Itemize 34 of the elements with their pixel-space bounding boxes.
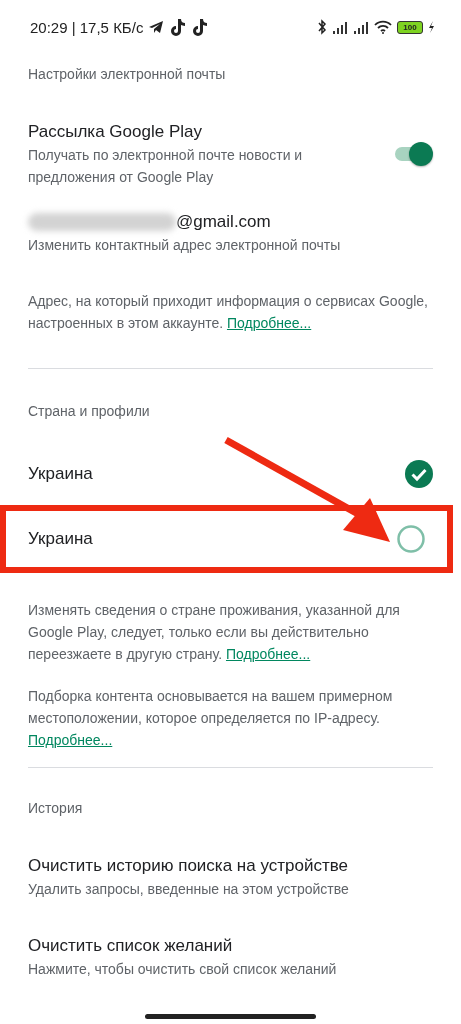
setting-title: Очистить историю поиска на устройстве <box>28 855 349 877</box>
toggle-switch[interactable] <box>393 141 433 167</box>
history-setting[interactable]: Очистить список желаний Нажмите, чтобы очистить свой список желаний <box>0 934 461 980</box>
email-address: @gmail.com <box>176 211 271 233</box>
section-header: Страна и профили <box>27 402 151 419</box>
learn-more-link[interactable]: Подробнее... <box>226 315 312 331</box>
section-header: Настройки электронной почты <box>27 65 227 82</box>
country-name[interactable]: Украина <box>28 527 93 551</box>
setting-title: Рассылка Google Play <box>28 121 203 143</box>
setting-subtitle: Изменить контактный адрес электронной почты <box>28 236 341 255</box>
bluetooth-icon <box>317 19 327 35</box>
tiktok-icon <box>191 18 209 36</box>
radio-button[interactable] <box>397 525 425 553</box>
wifi-icon <box>374 20 392 34</box>
learn-more-link[interactable]: Подробнее... <box>225 646 311 662</box>
setting-subtitle: Удалить запросы, введенные на этом устройстве <box>28 880 349 899</box>
setting-subtitle: Нажмите, чтобы очистить свой список желаний <box>28 960 337 979</box>
country-option[interactable]: Украина <box>0 443 461 505</box>
battery-icon: 100 <box>397 20 423 34</box>
tiktok-icon <box>169 18 187 36</box>
signal-icon <box>332 20 348 34</box>
section-header: История <box>27 799 84 816</box>
email-setting[interactable]: @gmail.com Изменить контактный адрес электронной почты <box>0 210 461 256</box>
status-time: 20:29 | 17,5 КБ/с <box>30 18 144 36</box>
setting-subtitle: Получать по электронной почте новости и предложения от Google Play <box>28 146 304 187</box>
info-paragraph: Изменять сведения о стране проживания, указанной для Google Play, следует, только если вы действительно переезжаете в другую страну. Подробнее... <box>27 601 401 664</box>
info-paragraph: Подборка контента основывается на вашем примерном местоположении, которое определяется по IP-адресу. Подробнее... <box>27 687 394 750</box>
country-name[interactable]: Украина <box>28 462 93 486</box>
setting-title: Очистить список желаний <box>28 935 234 957</box>
info-paragraph: Адрес, на который приходит информация о сервисах Google, настроенных в этом аккаунте. Подробнее... <box>27 292 429 333</box>
signal-icon <box>353 20 369 34</box>
telegram-icon <box>148 20 165 34</box>
learn-more-link[interactable]: Подробнее... <box>28 732 113 748</box>
history-setting[interactable]: Очистить историю поиска на устройстве Удалить запросы, введенные на этом устройстве <box>0 854 461 900</box>
